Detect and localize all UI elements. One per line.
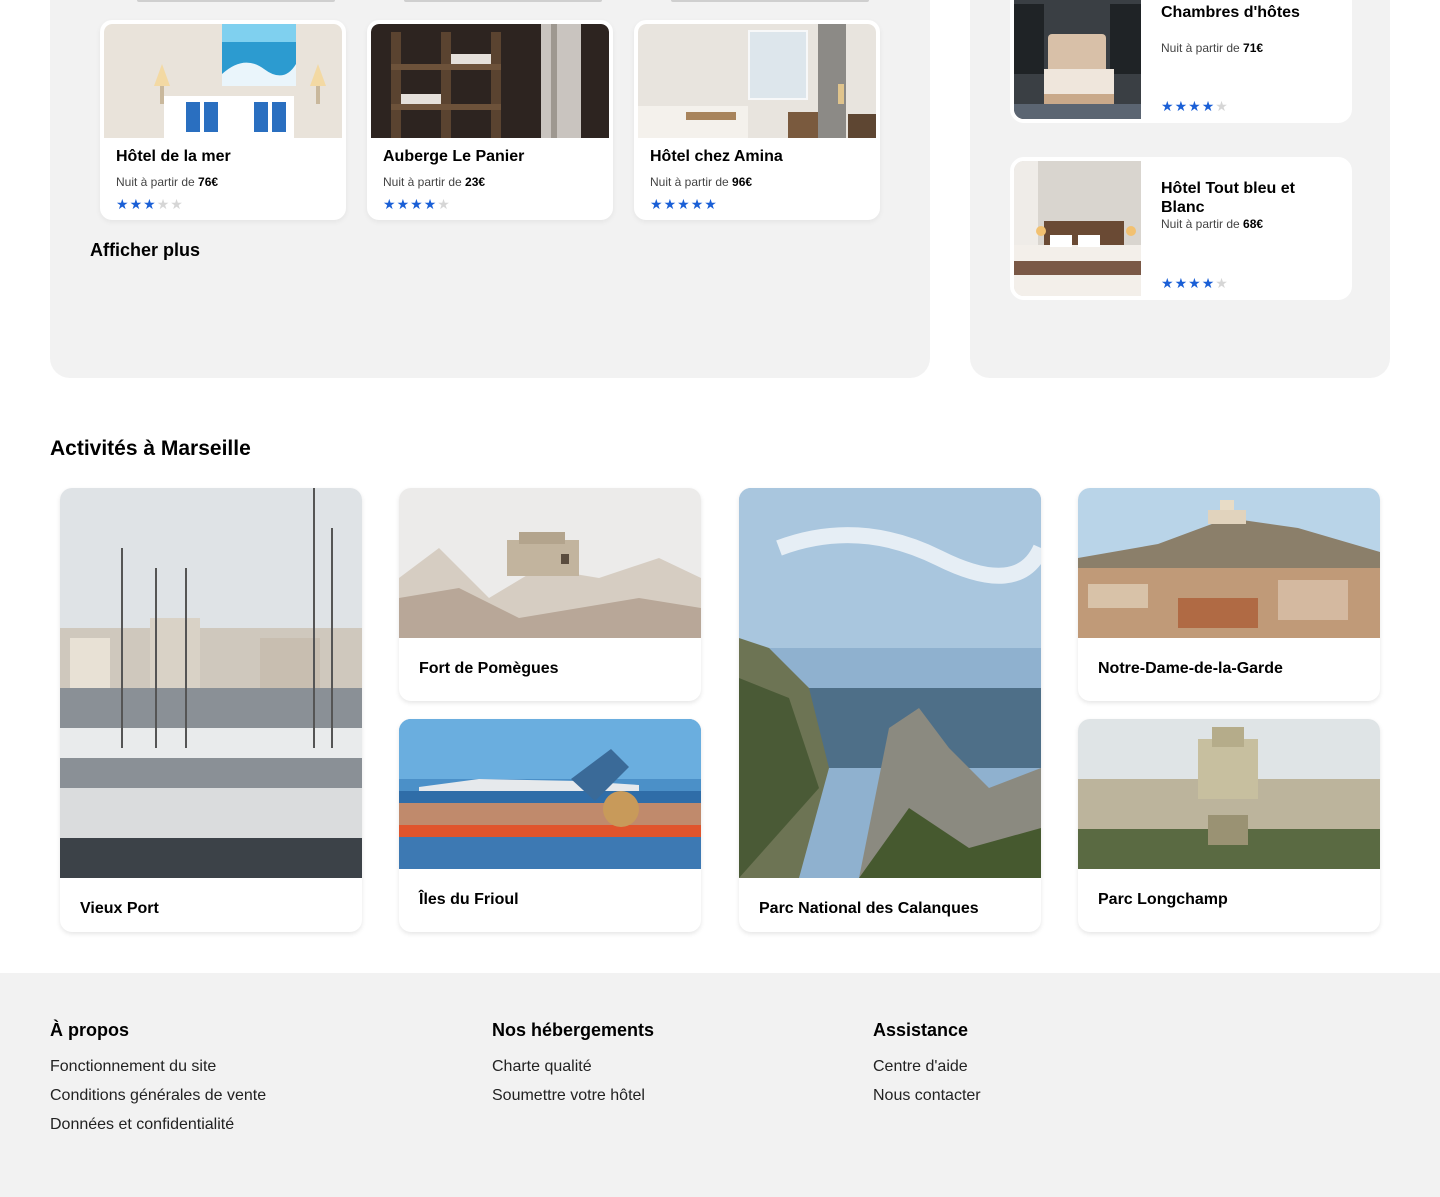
star-filled-icon: ★ — [704, 196, 717, 212]
activity-card[interactable]: Parc Longchamp — [1078, 719, 1380, 932]
activity-photo — [1078, 488, 1380, 638]
activity-photo — [399, 488, 701, 638]
footer-heading: Assistance — [873, 1020, 969, 1040]
hotel-card-stub — [404, 0, 602, 2]
rating-stars: ★ ★ ★ ★ ★ — [650, 197, 717, 211]
hotel-name: Hôtel de la mer — [116, 148, 231, 165]
hotel-photo — [1014, 161, 1141, 296]
show-more-link[interactable]: Afficher plus — [90, 240, 200, 261]
star-filled-icon: ★ — [690, 196, 704, 212]
activity-photo — [1078, 719, 1380, 869]
star-filled-icon: ★ — [1188, 98, 1201, 114]
hotel-name: Hôtel Tout bleu et Blanc — [1161, 180, 1295, 216]
activity-card[interactable]: Fort de Pomègues — [399, 488, 701, 701]
star-filled-icon: ★ — [677, 196, 690, 212]
star-filled-icon: ★ — [1174, 275, 1188, 291]
star-filled-icon: ★ — [1201, 98, 1215, 114]
hotel-card-stub — [671, 0, 869, 2]
star-filled-icon: ★ — [1174, 98, 1188, 114]
hotel-photo — [104, 24, 342, 138]
activity-name: Parc National des Calanques — [759, 900, 979, 917]
activity-name: Parc Longchamp — [1098, 891, 1228, 908]
star-filled-icon: ★ — [1161, 98, 1174, 114]
rating-stars: ★ ★ ★ ★ ★ — [116, 197, 183, 211]
star-filled-icon: ★ — [663, 196, 677, 212]
activity-card[interactable]: Notre-Dame-de-la-Garde — [1078, 488, 1380, 701]
activity-photo — [399, 719, 701, 869]
star-empty-icon: ★ — [156, 196, 170, 212]
activity-name: Notre-Dame-de-la-Garde — [1098, 660, 1283, 677]
rating-stars: ★ ★ ★ ★ ★ — [1161, 276, 1228, 290]
hotel-price: Nuit à partir de 23€ — [383, 175, 486, 189]
activity-photo — [60, 488, 362, 878]
side-hotel-card[interactable]: Hôtel Tout bleu et Blanc Nuit à partir d… — [1010, 157, 1352, 300]
hotel-photo — [371, 24, 609, 138]
star-empty-icon: ★ — [437, 196, 450, 212]
footer-link[interactable]: Centre d'aide — [873, 1058, 981, 1076]
star-filled-icon: ★ — [396, 196, 410, 212]
hotel-name: Au cœur de l'eau Chambres d'hôtes — [1161, 0, 1300, 21]
star-filled-icon: ★ — [1161, 275, 1174, 291]
hotel-card-stub — [137, 0, 335, 2]
activity-card[interactable]: Parc National des Calanques — [739, 488, 1041, 932]
star-filled-icon: ★ — [1201, 275, 1215, 291]
activities-title: Activités à Marseille — [50, 437, 251, 460]
hotel-price: Nuit à partir de 68€ — [1161, 217, 1264, 231]
footer-lodging: Nos hébergements Charte qualité Soumettr… — [492, 1020, 654, 1116]
footer-link[interactable]: Fonctionnement du site — [50, 1058, 266, 1076]
hotel-name: Auberge Le Panier — [383, 148, 525, 165]
star-filled-icon: ★ — [116, 196, 129, 212]
activity-name: Îles du Frioul — [419, 891, 519, 908]
star-filled-icon: ★ — [129, 196, 143, 212]
footer-link[interactable]: Charte qualité — [492, 1058, 654, 1076]
footer-heading: À propos — [50, 1020, 129, 1040]
star-filled-icon: ★ — [410, 196, 423, 212]
footer-link[interactable]: Nous contacter — [873, 1087, 981, 1105]
hotel-photo — [1014, 0, 1141, 119]
footer-about: À propos Fonctionnement du site Conditio… — [50, 1020, 266, 1145]
hotel-photo — [638, 24, 876, 138]
star-empty-icon: ★ — [170, 196, 183, 212]
star-empty-icon: ★ — [1215, 98, 1228, 114]
hotel-price: Nuit à partir de 71€ — [1161, 41, 1264, 55]
hotel-card[interactable]: Hôtel de la mer Nuit à partir de 76€ ★ ★ ★… — [100, 20, 346, 220]
hotel-price: Nuit à partir de 96€ — [650, 175, 753, 189]
activity-name: Fort de Pomègues — [419, 660, 559, 677]
footer-link[interactable]: Données et confidentialité — [50, 1116, 266, 1134]
rating-stars: ★ ★ ★ ★ ★ — [383, 197, 450, 211]
star-empty-icon: ★ — [1215, 275, 1228, 291]
activity-name: Vieux Port — [80, 900, 159, 917]
star-filled-icon: ★ — [383, 196, 396, 212]
star-filled-icon: ★ — [650, 196, 663, 212]
hotel-price: Nuit à partir de 76€ — [116, 175, 219, 189]
hotel-card[interactable]: Hôtel chez Amina Nuit à partir de 96€ ★ ★… — [634, 20, 880, 220]
star-filled-icon: ★ — [143, 196, 156, 212]
footer-link[interactable]: Conditions générales de vente — [50, 1087, 266, 1105]
star-filled-icon: ★ — [423, 196, 437, 212]
side-hotel-card[interactable]: Au cœur de l'eau Chambres d'hôtes Nuit à… — [1010, 0, 1352, 123]
rating-stars: ★ ★ ★ ★ ★ — [1161, 99, 1228, 113]
hotel-name: Hôtel chez Amina — [650, 148, 783, 165]
activity-card[interactable]: Îles du Frioul — [399, 719, 701, 932]
footer: À propos Fonctionnement du site Conditio… — [0, 973, 1440, 1197]
footer-help: Assistance Centre d'aide Nous contacter — [873, 1020, 981, 1116]
activity-photo — [739, 488, 1041, 878]
star-filled-icon: ★ — [1188, 275, 1201, 291]
footer-link[interactable]: Soumettre votre hôtel — [492, 1087, 654, 1105]
footer-heading: Nos hébergements — [492, 1020, 655, 1040]
activity-card[interactable]: Vieux Port — [60, 488, 362, 932]
hotel-card[interactable]: Auberge Le Panier Nuit à partir de 23€ ★… — [367, 20, 613, 220]
